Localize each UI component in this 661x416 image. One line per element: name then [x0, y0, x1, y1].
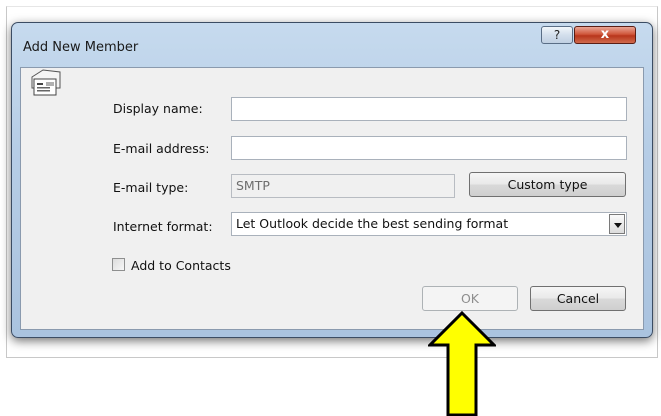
help-button[interactable]: ? [541, 26, 573, 44]
email-address-input[interactable] [231, 136, 627, 160]
internet-format-select[interactable]: Let Outlook decide the best sending form… [231, 212, 627, 236]
add-to-contacts-label[interactable]: Add to Contacts [131, 258, 231, 273]
close-icon: x [600, 27, 610, 42]
dialog-title: Add New Member [23, 40, 139, 55]
ok-button[interactable]: OK [422, 286, 518, 311]
internet-format-label: Internet format: [113, 219, 213, 234]
display-name-label: Display name: [113, 101, 203, 116]
custom-type-button[interactable]: Custom type [469, 172, 626, 197]
internet-format-value: Let Outlook decide the best sending form… [236, 216, 509, 231]
contact-card-icon [31, 69, 61, 96]
display-name-input[interactable] [231, 97, 627, 121]
help-icon: ? [553, 28, 561, 42]
email-address-label: E-mail address: [113, 141, 210, 156]
close-button[interactable]: x [574, 26, 636, 44]
dropdown-arrow-icon[interactable] [609, 214, 625, 234]
email-type-field: SMTP [231, 174, 455, 198]
email-type-label: E-mail type: [113, 180, 189, 195]
add-to-contacts-checkbox[interactable] [112, 258, 125, 271]
title-bar[interactable]: Add New Member ? x [12, 23, 652, 55]
arrow-up-icon [428, 311, 496, 416]
cancel-button[interactable]: Cancel [530, 286, 626, 311]
